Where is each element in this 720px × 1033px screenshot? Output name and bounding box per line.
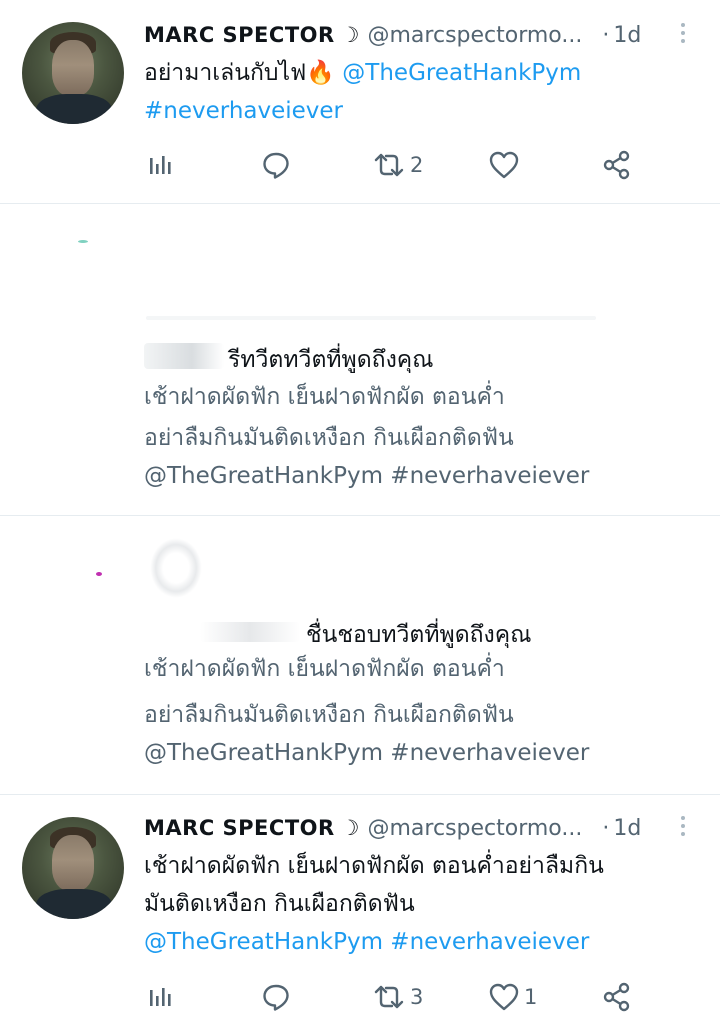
retweet-icon — [374, 985, 404, 1009]
moon-glyph: ☽ — [340, 816, 360, 840]
display-name[interactable]: MARC SPECTOR — [144, 23, 335, 47]
avatar[interactable] — [22, 817, 124, 919]
separator-dot: · — [602, 815, 610, 841]
like-button[interactable]: 1 — [488, 977, 537, 1017]
tweet-line-1: เช้าฝาดผัดฟัก เย็นฝาดฟักผัด ตอนค่ำอย่าลื… — [144, 853, 604, 879]
notification-line-2: อย่าลืมกินมันติดเหงือก กินเผือกติดฟัน — [144, 425, 514, 451]
obscured-name-start — [200, 622, 300, 642]
hashtag-link[interactable]: #neverhaveiever — [144, 98, 343, 124]
tweet-header: MARC SPECTOR ☽ @marcspectormo... · 1d — [144, 813, 641, 843]
reply-button[interactable] — [261, 145, 291, 185]
share-icon — [603, 150, 630, 180]
like-icon — [489, 151, 519, 179]
like-count: 1 — [524, 985, 538, 1009]
tweet-body: อย่ามาเล่นกับไฟ🔥 — [144, 60, 335, 86]
notification-line-1: เช้าฝาดผัดฟัก เย็นฝาดฟักผัด ตอนค่ำ — [144, 656, 505, 682]
user-handle[interactable]: @marcspectormo... — [368, 23, 583, 48]
retweet-button[interactable]: 3 — [372, 977, 423, 1017]
user-handle[interactable]: @marcspectormo... — [368, 816, 583, 841]
hashtag-link[interactable]: #neverhaveiever — [390, 929, 589, 955]
moon-glyph: ☽ — [340, 23, 360, 47]
share-button[interactable] — [602, 977, 632, 1017]
retweet-button[interactable]: 2 — [372, 145, 423, 185]
notification-like[interactable]: ชื่นชอบทวีตที่พูดถึงคุณ เช้าฝาดผัดฟัก เย… — [0, 516, 720, 794]
notification-line-3: @TheGreatHankPym #neverhaveiever — [144, 740, 590, 766]
views-button[interactable] — [148, 145, 174, 185]
tweet-text: เช้าฝาดผัดฟัก เย็นฝาดฟักผัด ตอนค่ำอย่าลื… — [144, 847, 604, 961]
obscured-name-start — [144, 343, 224, 369]
avatar[interactable] — [22, 22, 124, 124]
like-button[interactable] — [488, 145, 524, 185]
notification-title: ชื่นชอบทวีตที่พูดถึงคุณ — [306, 622, 532, 648]
obscured-avatar — [150, 538, 202, 598]
tweet-line-2: มันติดเหงือก กินเผือกติดฟัน — [144, 891, 415, 917]
retweet-icon — [374, 153, 404, 177]
tweet-2[interactable]: MARC SPECTOR ☽ @marcspectormo... · 1d เช… — [0, 795, 720, 1033]
views-icon — [150, 988, 171, 1006]
obscured-avatar-mark — [96, 572, 102, 576]
more-icon[interactable] — [673, 813, 693, 843]
notification-title: รีทวีตทวีตที่พูดถึงคุณ — [228, 347, 434, 373]
mention-link[interactable]: @TheGreatHankPym — [342, 60, 581, 86]
more-icon[interactable] — [673, 20, 693, 50]
reply-button[interactable] — [261, 977, 291, 1017]
tweet-text: อย่ามาเล่นกับไฟ🔥 @TheGreatHankPym #never… — [144, 54, 581, 130]
tweet-header: MARC SPECTOR ☽ @marcspectormo... · 1d — [144, 20, 641, 50]
like-icon — [489, 983, 519, 1011]
mention-link[interactable]: @TheGreatHankPym — [144, 929, 383, 955]
retweet-count: 3 — [410, 985, 424, 1009]
separator-dot: · — [602, 22, 610, 48]
retweet-count: 2 — [410, 153, 424, 177]
obscured-name — [146, 316, 596, 320]
timestamp[interactable]: 1d — [613, 23, 641, 48]
notification-line-1: เช้าฝาดผัดฟัก เย็นฝาดฟักผัด ตอนค่ำ — [144, 384, 505, 410]
tweet-1[interactable]: MARC SPECTOR ☽ @marcspectormo... · 1d อย… — [0, 0, 720, 203]
reply-icon — [263, 152, 289, 179]
share-icon — [603, 982, 630, 1012]
display-name[interactable]: MARC SPECTOR — [144, 816, 335, 840]
timestamp[interactable]: 1d — [613, 816, 641, 841]
notification-retweet[interactable]: รีทวีตทวีตที่พูดถึงคุณ เช้าฝาดผัดฟัก เย็… — [0, 204, 720, 515]
obscured-avatar — [78, 240, 88, 243]
views-icon — [150, 156, 171, 174]
notification-line-2: อย่าลืมกินมันติดเหงือก กินเผือกติดฟัน — [144, 702, 514, 728]
notification-line-3: @TheGreatHankPym #neverhaveiever — [144, 463, 590, 489]
reply-icon — [263, 984, 289, 1011]
share-button[interactable] — [602, 145, 632, 185]
views-button[interactable] — [148, 977, 174, 1017]
